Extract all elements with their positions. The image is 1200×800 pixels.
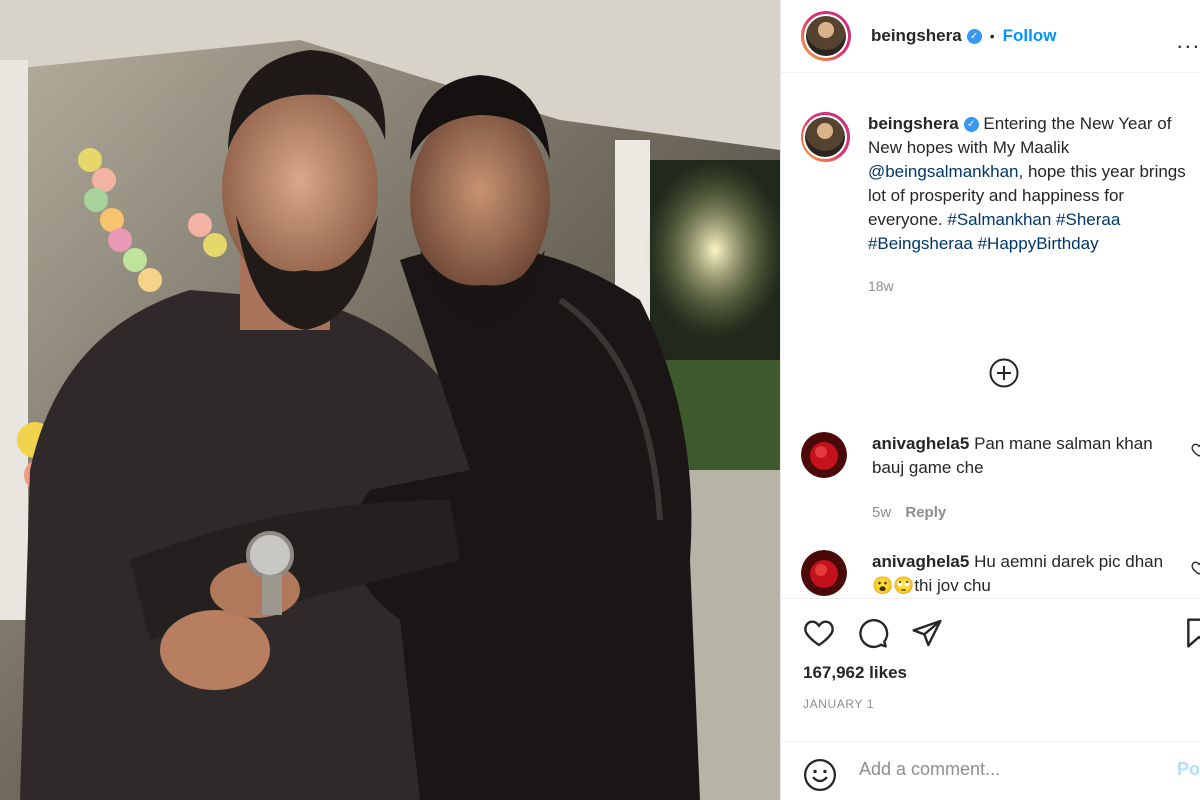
commenter-avatar[interactable] [801,432,847,478]
verified-badge-icon: ✓ [966,28,982,44]
comment-text: anivaghela5 Hu aemni darek pic dhan😮🙄thi… [872,550,1172,598]
caption-time[interactable]: 18w [868,274,1200,298]
caption-text: beingshera ✓ Entering the New Year of New… [868,112,1200,298]
instagram-post: beingshera ✓ • Follow ... beingshera ✓ En… [0,0,1200,800]
share-icon[interactable] [911,617,943,649]
comment-input[interactable]: Add a comment... [859,759,1000,780]
comment-icon[interactable] [857,617,889,649]
commenter-avatar[interactable] [801,550,847,596]
caption-avatar[interactable] [801,112,850,162]
post-comment-button[interactable]: Post [1177,759,1200,780]
comment-item: anivaghela5 Pan mane salman khan bauj ga… [801,432,1200,532]
photo-illustration [0,0,780,800]
post-actions: 167,962 likes JANUARY 1 Add a comment...… [781,598,1200,799]
heart-icon[interactable] [803,617,835,649]
comment-like-heart-icon[interactable] [1191,442,1200,458]
likes-count[interactable]: 167,962 likes [803,663,907,683]
comment-meta: 5w Reply [872,504,946,521]
caption: beingshera ✓ Entering the New Year of New… [801,112,1200,298]
post-header: beingshera ✓ • Follow ... [781,0,1200,73]
comment-username[interactable]: anivaghela5 [872,552,969,571]
comment-text: anivaghela5 Pan mane salman khan bauj ga… [872,432,1172,480]
author-username[interactable]: beingshera [871,26,962,46]
post-side-panel: beingshera ✓ • Follow ... beingshera ✓ En… [780,0,1200,800]
author-avatar[interactable] [801,11,851,61]
follow-button[interactable]: Follow [1003,26,1057,46]
reply-button[interactable]: Reply [905,504,946,521]
emoji-icon[interactable] [803,758,837,792]
verified-badge-icon: ✓ [963,117,979,133]
header-separator: • [989,28,995,44]
post-date[interactable]: JANUARY 1 [803,697,874,711]
more-options-icon[interactable]: ... [1177,28,1200,54]
caption-username[interactable]: beingshera [868,114,959,133]
comment-item: anivaghela5 Hu aemni darek pic dhan😮🙄thi… [801,550,1200,598]
load-more-comments-icon[interactable] [989,358,1019,388]
bookmark-icon[interactable] [1183,617,1200,649]
caption-mention[interactable]: @beingsalmankhan [868,162,1019,181]
comment-like-heart-icon[interactable] [1191,560,1200,576]
add-comment-bar: Add a comment... Post [781,741,1200,800]
comment-time[interactable]: 5w [872,504,891,521]
post-photo[interactable] [0,0,780,800]
comment-username[interactable]: anivaghela5 [872,434,969,453]
